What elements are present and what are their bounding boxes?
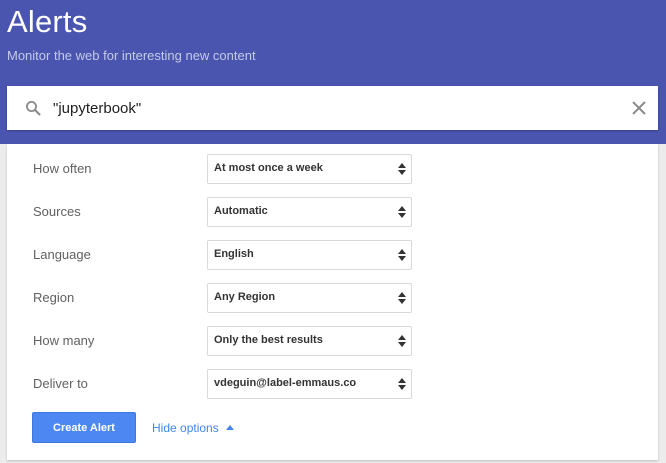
search-icon [26, 101, 41, 116]
updown-arrow-icon [398, 378, 406, 390]
updown-arrow-icon [398, 335, 406, 347]
page-title: Alerts [7, 4, 88, 39]
how-many-value: Only the best results [214, 334, 323, 346]
search-bar [7, 86, 658, 130]
sources-value: Automatic [214, 205, 268, 217]
option-row-deliver-to: Deliver to vdeguin@label-emmaus.co [7, 369, 658, 399]
option-row-sources: Sources Automatic [7, 197, 658, 227]
region-select[interactable]: Any Region [207, 283, 412, 313]
option-row-language: Language English [7, 240, 658, 270]
deliver-to-value: vdeguin@label-emmaus.co [214, 377, 357, 389]
how-many-select[interactable]: Only the best results [207, 326, 412, 356]
updown-arrow-icon [398, 249, 406, 261]
caret-up-icon [225, 425, 234, 430]
how-often-label: How often [33, 161, 92, 176]
hide-options-link[interactable]: Hide options [152, 421, 234, 435]
how-often-value: At most once a week [214, 162, 323, 174]
updown-arrow-icon [398, 292, 406, 304]
option-row-how-often: How often At most once a week [7, 154, 658, 184]
updown-arrow-icon [398, 163, 406, 175]
search-input[interactable] [53, 97, 613, 119]
language-select[interactable]: English [207, 240, 412, 270]
options-panel: How often At most once a week Sources Au… [7, 144, 658, 460]
sources-select[interactable]: Automatic [207, 197, 412, 227]
hide-options-label: Hide options [152, 421, 219, 435]
option-row-how-many: How many Only the best results [7, 326, 658, 356]
close-icon[interactable] [630, 99, 648, 117]
language-label: Language [33, 247, 91, 262]
deliver-to-select[interactable]: vdeguin@label-emmaus.co [207, 369, 412, 399]
how-often-select[interactable]: At most once a week [207, 154, 412, 184]
updown-arrow-icon [398, 206, 406, 218]
create-alert-button[interactable]: Create Alert [32, 412, 136, 443]
language-value: English [214, 248, 254, 260]
page-subtitle: Monitor the web for interesting new cont… [7, 48, 256, 63]
region-label: Region [33, 290, 75, 305]
sources-label: Sources [33, 204, 81, 219]
deliver-to-label: Deliver to [33, 376, 88, 391]
region-value: Any Region [214, 291, 276, 303]
option-row-region: Region Any Region [7, 283, 658, 313]
how-many-label: How many [33, 333, 95, 348]
